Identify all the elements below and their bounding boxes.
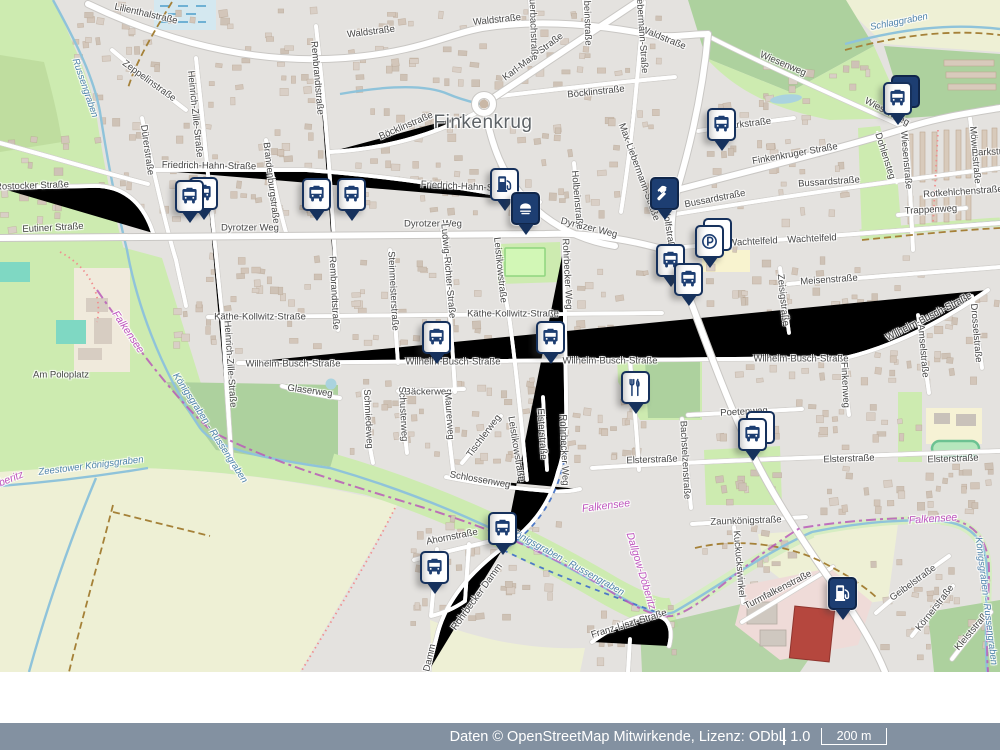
poi-bus-marker[interactable] [422, 321, 452, 365]
bus-icon [738, 418, 767, 451]
marker-tail [702, 257, 718, 268]
parking-icon [695, 225, 724, 258]
bus-icon [420, 551, 449, 584]
bus-icon [883, 82, 912, 115]
bus-icon [337, 178, 366, 211]
poi-bus-marker[interactable] [420, 551, 450, 595]
marker-tail [543, 353, 559, 364]
poi-bus-marker[interactable] [536, 321, 566, 365]
bus-icon [488, 512, 517, 545]
marker-tail [628, 403, 644, 414]
attribution-text: Daten © OpenStreetMap Mitwirkende, Lizen… [450, 729, 811, 745]
bus-icon [175, 180, 204, 213]
bus-icon [707, 108, 736, 141]
poi-bus-marker[interactable] [738, 418, 768, 462]
bakery-icon [511, 192, 540, 225]
map-markers-layer [0, 0, 1000, 672]
marker-tail [835, 609, 851, 620]
marker-tail [429, 353, 445, 364]
fuel-icon [828, 577, 857, 610]
marker-tail [890, 114, 906, 125]
poi-bus-marker[interactable] [674, 263, 704, 307]
footer-divider [783, 728, 785, 745]
marker-tail [681, 295, 697, 306]
marker-tail [745, 450, 761, 461]
poi-bakery-marker[interactable] [511, 192, 541, 236]
scale-label: 200 m [837, 730, 872, 743]
marker-tail [182, 212, 198, 223]
map-app-window: FinkenkrugLilienthalstraßeZeppelinstraße… [0, 0, 1000, 750]
restaurant-icon [621, 371, 650, 404]
poi-bus-marker[interactable] [302, 178, 332, 222]
marker-tail [657, 209, 673, 220]
hammer-icon [650, 177, 679, 210]
bus-icon [674, 263, 703, 296]
poi-hammer-marker[interactable] [650, 177, 680, 221]
marker-tail [344, 210, 360, 221]
poi-bus-marker[interactable] [883, 82, 913, 126]
marker-tail [309, 210, 325, 221]
poi-fuel-marker[interactable] [828, 577, 858, 621]
marker-tail [518, 224, 534, 235]
marker-tail [495, 544, 511, 555]
poi-restaurant-marker[interactable] [621, 371, 651, 415]
bus-icon [302, 178, 331, 211]
poi-bus-marker[interactable] [488, 512, 518, 556]
poi-bus-marker[interactable] [337, 178, 367, 222]
bus-icon [536, 321, 565, 354]
map-viewport[interactable]: FinkenkrugLilienthalstraßeZeppelinstraße… [0, 0, 1000, 672]
scale-bar: 200 m [821, 728, 887, 745]
bus-icon [422, 321, 451, 354]
map-footer-bar: Daten © OpenStreetMap Mitwirkende, Lizen… [0, 723, 1000, 750]
poi-bus-marker[interactable] [707, 108, 737, 152]
marker-tail [427, 583, 443, 594]
marker-tail [714, 140, 730, 151]
